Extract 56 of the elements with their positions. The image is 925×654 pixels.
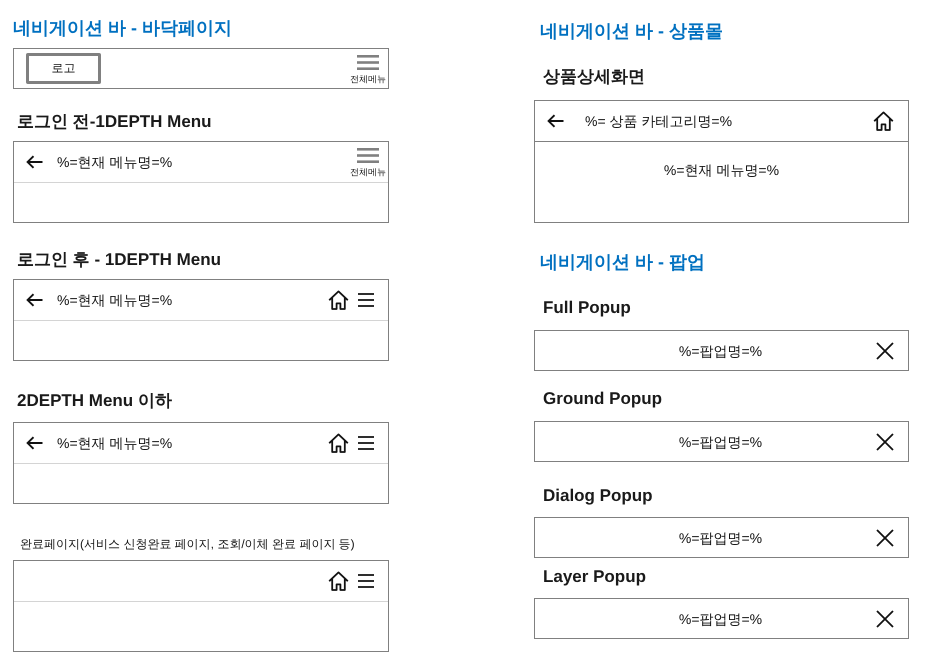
section-heading: 로그인 후 - 1DEPTH Menu bbox=[16, 249, 222, 271]
menu-icon bbox=[357, 55, 379, 70]
back-arrow-icon bbox=[26, 293, 43, 307]
menu-icon bbox=[358, 436, 374, 450]
menu-name-text: %=현재 메뉴명=% bbox=[664, 161, 780, 179]
back-arrow-icon bbox=[26, 436, 43, 450]
close-button[interactable] bbox=[876, 610, 894, 628]
close-icon bbox=[876, 432, 894, 450]
menu-button[interactable] bbox=[358, 436, 374, 450]
section-title: 네비게이션 바 - 상품몰 bbox=[539, 20, 724, 42]
home-icon bbox=[328, 571, 349, 591]
home-button[interactable] bbox=[328, 571, 349, 591]
section-heading: 로그인 전-1DEPTH Menu bbox=[16, 111, 213, 133]
back-arrow-icon bbox=[26, 155, 43, 169]
menu-button[interactable]: 전체메뉴 bbox=[350, 55, 386, 84]
popup-title: %=팝업명=% bbox=[678, 342, 762, 360]
logo-placeholder[interactable]: 로고 bbox=[26, 53, 101, 84]
section-title: 네비게이션 바 - 바닥페이지 bbox=[13, 17, 233, 39]
page-title: %=현재 메뉴명=% bbox=[57, 291, 172, 309]
section-heading: Layer Popup bbox=[542, 566, 647, 588]
section-heading: Dialog Popup bbox=[542, 485, 654, 507]
home-icon bbox=[328, 290, 349, 310]
home-button[interactable] bbox=[328, 433, 349, 453]
page-title: %=현재 메뉴명=% bbox=[57, 153, 172, 171]
home-button[interactable] bbox=[873, 111, 894, 131]
popup-title: %=팝업명=% bbox=[678, 610, 762, 628]
section-heading: Ground Popup bbox=[542, 388, 663, 410]
menu-button[interactable]: 전체메뉴 bbox=[350, 148, 386, 176]
close-button[interactable] bbox=[876, 342, 894, 360]
section-heading: 2DEPTH Menu 이하 bbox=[16, 390, 173, 412]
home-icon bbox=[873, 111, 894, 131]
menu-icon bbox=[358, 574, 374, 588]
popup-title: %=팝업명=% bbox=[678, 432, 762, 450]
section-title: 네비게이션 바 - 팝업 bbox=[539, 251, 706, 273]
popup-title: %=팝업명=% bbox=[678, 528, 762, 546]
back-button[interactable] bbox=[26, 436, 43, 450]
home-icon bbox=[328, 433, 349, 453]
category-title: %= 상품 카테고리명=% bbox=[585, 112, 732, 130]
close-icon bbox=[876, 610, 894, 628]
back-arrow-icon bbox=[547, 114, 564, 128]
page-title: %=현재 메뉴명=% bbox=[57, 434, 172, 452]
back-button[interactable] bbox=[547, 114, 564, 128]
close-icon bbox=[876, 528, 894, 546]
close-icon bbox=[876, 342, 894, 360]
section-heading: 상품상세화면 bbox=[542, 66, 646, 88]
section-heading: Full Popup bbox=[542, 297, 632, 319]
section-note: 완료페이지(서비스 신청완료 페이지, 조회/이체 완료 페이지 등) bbox=[19, 536, 356, 552]
back-button[interactable] bbox=[26, 155, 43, 169]
back-button[interactable] bbox=[26, 293, 43, 307]
home-button[interactable] bbox=[328, 290, 349, 310]
menu-icon bbox=[358, 293, 374, 307]
menu-button[interactable] bbox=[358, 574, 374, 588]
close-button[interactable] bbox=[876, 528, 894, 546]
menu-button[interactable] bbox=[358, 293, 374, 307]
close-button[interactable] bbox=[876, 432, 894, 450]
menu-icon bbox=[357, 148, 379, 162]
